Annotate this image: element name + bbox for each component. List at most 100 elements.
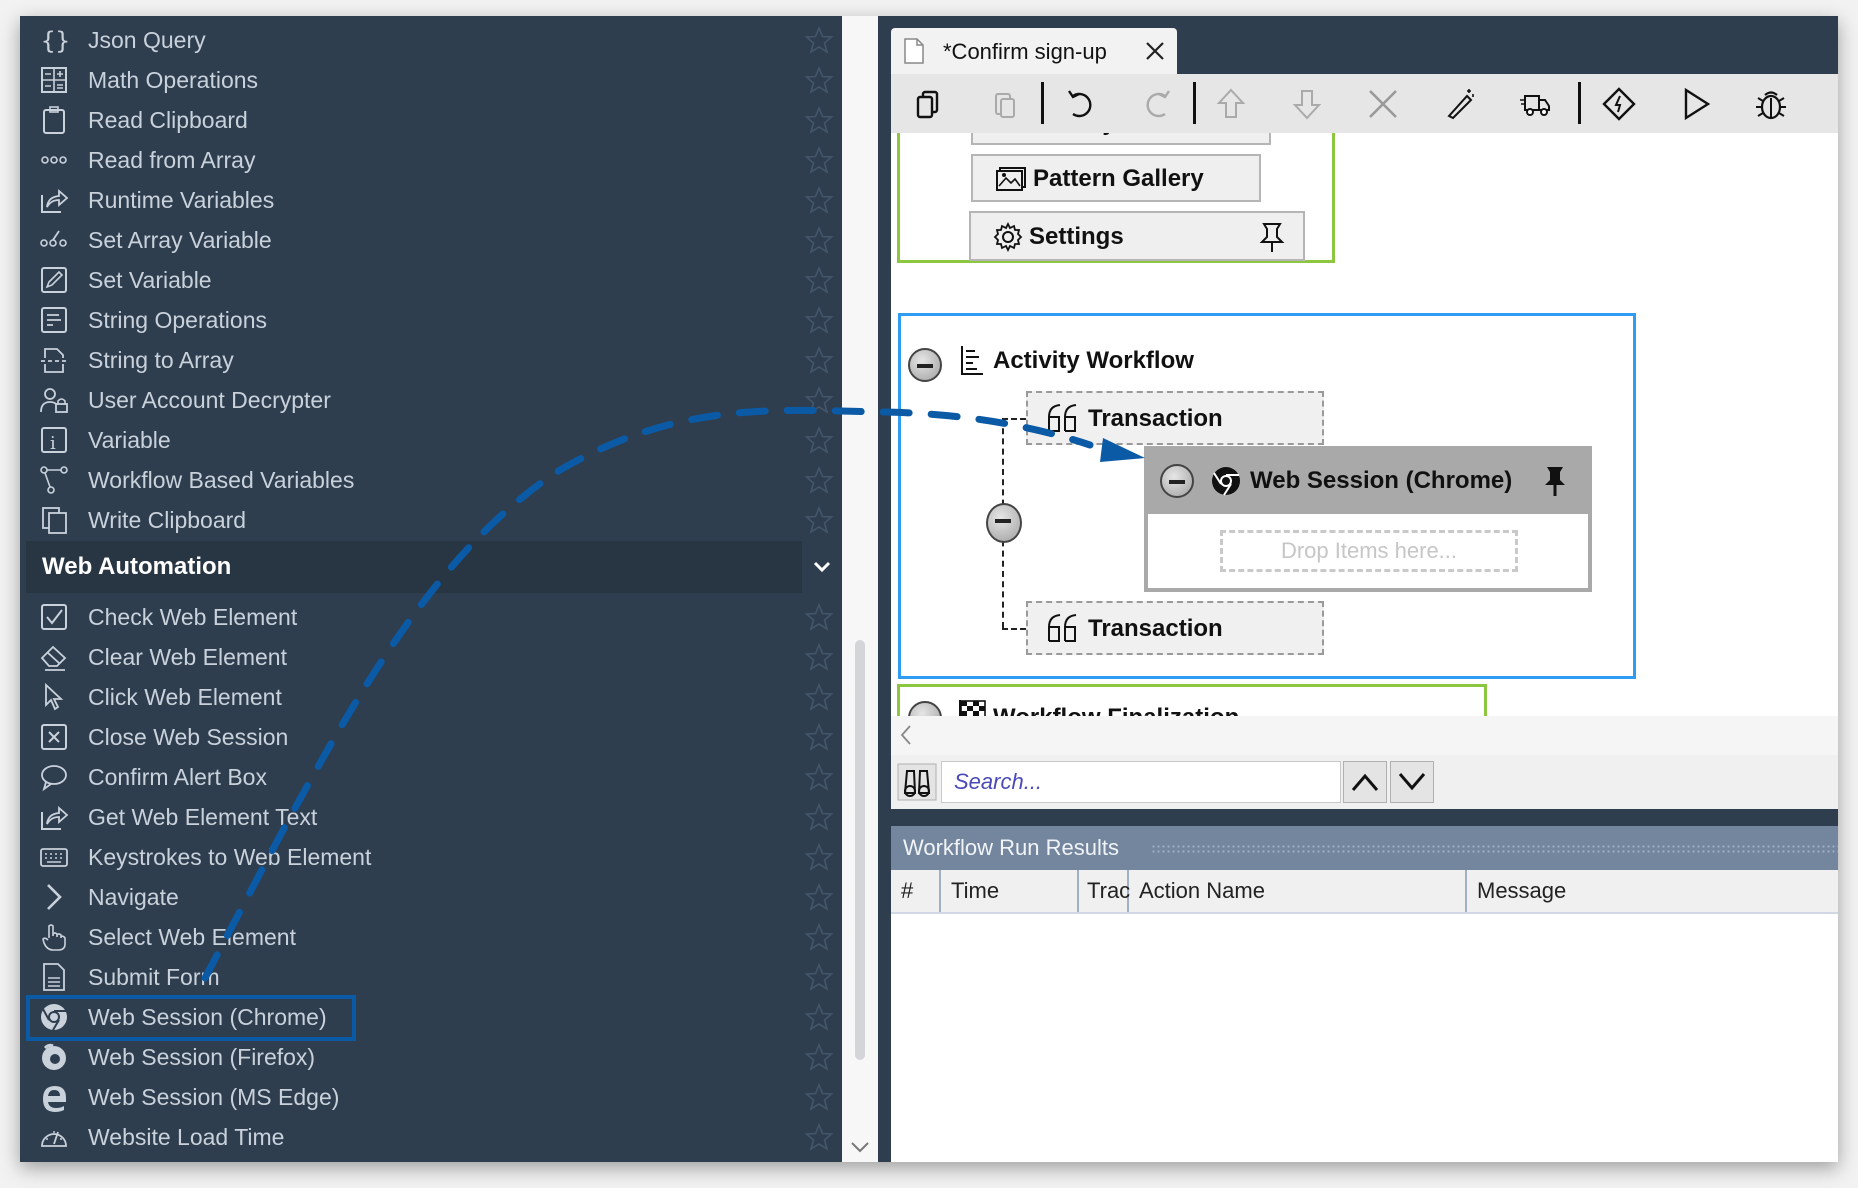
delivery-truck-icon[interactable]: [1517, 86, 1553, 122]
favorite-star-icon[interactable]: [804, 505, 834, 535]
collapse-branch-button[interactable]: [986, 503, 1022, 543]
tab-confirm-sign-up[interactable]: *Confirm sign-up: [891, 28, 1177, 74]
magic-wand-icon[interactable]: [1441, 86, 1477, 122]
sidebar-item-workflow-based-variables[interactable]: Workflow Based Variables: [20, 460, 842, 500]
run-icon[interactable]: [1677, 86, 1713, 122]
pattern-gallery-button[interactable]: Pattern Gallery: [971, 154, 1261, 202]
settings-button[interactable]: Settings: [969, 211, 1305, 261]
sidebar-item-check-web-element[interactable]: Check Web Element: [20, 597, 842, 637]
scroll-left-icon[interactable]: [899, 724, 913, 746]
copy-clipboard-icon: [38, 504, 70, 536]
favorite-star-icon[interactable]: [804, 842, 834, 872]
sidebar-item-runtime-variables[interactable]: Runtime Variables: [20, 180, 842, 220]
favorite-star-icon[interactable]: [804, 962, 834, 992]
sidebar-item-web-session-firefox[interactable]: Web Session (Firefox): [20, 1037, 842, 1077]
favorite-star-icon[interactable]: [804, 922, 834, 952]
transaction-block-2[interactable]: Transaction: [1026, 601, 1324, 655]
sidebar-item-select-web-element[interactable]: Select Web Element: [20, 917, 842, 957]
favorite-star-icon[interactable]: [804, 642, 834, 672]
search-field[interactable]: [941, 761, 1341, 803]
sidebar-item-string-operations[interactable]: String Operations: [20, 300, 842, 340]
sidebar-item-submit-form[interactable]: Submit Form: [20, 957, 842, 997]
drag-grip[interactable]: [1151, 844, 1838, 854]
favorite-star-icon[interactable]: [804, 802, 834, 832]
sidebar-item-set-variable[interactable]: Set Variable: [20, 260, 842, 300]
favorite-star-icon[interactable]: [804, 722, 834, 752]
sidebar-item-write-clipboard[interactable]: Write Clipboard: [20, 500, 842, 540]
move-up-icon[interactable]: [1213, 86, 1249, 122]
sidebar-item-close-web-session[interactable]: Close Web Session: [20, 717, 842, 757]
transaction-block-1[interactable]: Transaction: [1026, 391, 1324, 445]
favorite-star-icon[interactable]: [804, 1002, 834, 1032]
delete-icon[interactable]: [1365, 86, 1401, 122]
chevron-down-icon[interactable]: [802, 541, 842, 593]
move-down-icon[interactable]: [1289, 86, 1325, 122]
web-session-chrome-block[interactable]: Web Session (Chrome) Drop Items here...: [1144, 446, 1592, 592]
pin-icon[interactable]: [1259, 221, 1285, 253]
sidebar-item-json-query[interactable]: {} Json Query: [20, 20, 842, 60]
drop-zone[interactable]: Drop Items here...: [1220, 530, 1518, 572]
activity-parameters-button[interactable]: Activity Parameters: [971, 133, 1271, 145]
favorite-star-icon[interactable]: [804, 345, 834, 375]
favorite-star-icon[interactable]: [804, 425, 834, 455]
sidebar-item-get-web-element-text[interactable]: Get Web Element Text: [20, 797, 842, 837]
favorite-star-icon[interactable]: [804, 265, 834, 295]
sidebar-item-keystrokes-to-web-element[interactable]: Keystrokes to Web Element: [20, 837, 842, 877]
collapse-web-session-button[interactable]: [1160, 464, 1194, 498]
canvas-horizontal-scrollbar[interactable]: [891, 716, 1838, 755]
favorite-star-icon[interactable]: [804, 1042, 834, 1072]
undo-icon[interactable]: [1063, 86, 1099, 122]
section-header-web-automation[interactable]: Web Automation: [26, 541, 802, 593]
favorite-star-icon[interactable]: [804, 1122, 834, 1152]
favorite-star-icon[interactable]: [804, 305, 834, 335]
sidebar-item-read-from-array[interactable]: Read from Array: [20, 140, 842, 180]
scrollbar-thumb[interactable]: [855, 640, 865, 1060]
column-header-action-name[interactable]: Action Name: [1129, 870, 1467, 912]
column-header-number[interactable]: #: [891, 870, 941, 912]
close-tab-icon[interactable]: [1143, 39, 1167, 63]
column-header-time[interactable]: Time: [941, 870, 1079, 912]
sidebar-item-user-account-decrypter[interactable]: User Account Decrypter: [20, 380, 842, 420]
favorite-star-icon[interactable]: [804, 1082, 834, 1112]
sidebar-item-click-web-element[interactable]: Click Web Element: [20, 677, 842, 717]
column-header-trac[interactable]: Trac: [1079, 870, 1130, 912]
search-input[interactable]: [942, 762, 1340, 802]
search-next-button[interactable]: [1390, 761, 1434, 803]
workflow-canvas[interactable]: Activity Parameters Pattern Gallery Sett…: [891, 133, 1838, 716]
sidebar-item-navigate[interactable]: Navigate: [20, 877, 842, 917]
favorite-star-icon[interactable]: [804, 65, 834, 95]
sidebar-scrollbar[interactable]: [842, 16, 878, 1162]
collapse-activity-workflow-button[interactable]: [908, 348, 942, 382]
favorite-star-icon[interactable]: [804, 185, 834, 215]
pinned-icon[interactable]: [1542, 464, 1568, 498]
favorite-star-icon[interactable]: [804, 465, 834, 495]
sidebar-item-read-clipboard[interactable]: Read Clipboard: [20, 100, 842, 140]
favorite-star-icon[interactable]: [804, 105, 834, 135]
sidebar-item-string-to-array[interactable]: String to Array: [20, 340, 842, 380]
sidebar-item-clear-web-element[interactable]: Clear Web Element: [20, 637, 842, 677]
sidebar-item-label: Navigate: [88, 883, 179, 910]
copy-icon[interactable]: [911, 86, 947, 122]
favorite-star-icon[interactable]: [804, 762, 834, 792]
favorite-star-icon[interactable]: [804, 682, 834, 712]
favorite-star-icon[interactable]: [804, 602, 834, 632]
sidebar-item-math-operations[interactable]: Math Operations: [20, 60, 842, 100]
column-header-message[interactable]: Message: [1467, 870, 1838, 912]
binoculars-icon[interactable]: [897, 763, 937, 801]
sidebar-item-website-load-time[interactable]: Website Load Time: [20, 1117, 842, 1157]
sidebar-item-variable[interactable]: i Variable: [20, 420, 842, 460]
search-previous-button[interactable]: [1343, 761, 1387, 803]
favorite-star-icon[interactable]: [804, 385, 834, 415]
favorite-star-icon[interactable]: [804, 145, 834, 175]
favorite-star-icon[interactable]: [804, 225, 834, 255]
scroll-down-icon[interactable]: [848, 1136, 872, 1158]
sidebar-item-web-session-ms-edge[interactable]: Web Session (MS Edge): [20, 1077, 842, 1117]
redo-icon[interactable]: [1139, 86, 1175, 122]
favorite-star-icon[interactable]: [804, 25, 834, 55]
favorite-star-icon[interactable]: [804, 882, 834, 912]
sidebar-item-confirm-alert-box[interactable]: Confirm Alert Box: [20, 757, 842, 797]
debug-icon[interactable]: [1753, 86, 1789, 122]
paste-icon[interactable]: [987, 86, 1023, 122]
sidebar-item-set-array-variable[interactable]: Set Array Variable: [20, 220, 842, 260]
diamond-bolt-icon[interactable]: [1601, 86, 1637, 122]
